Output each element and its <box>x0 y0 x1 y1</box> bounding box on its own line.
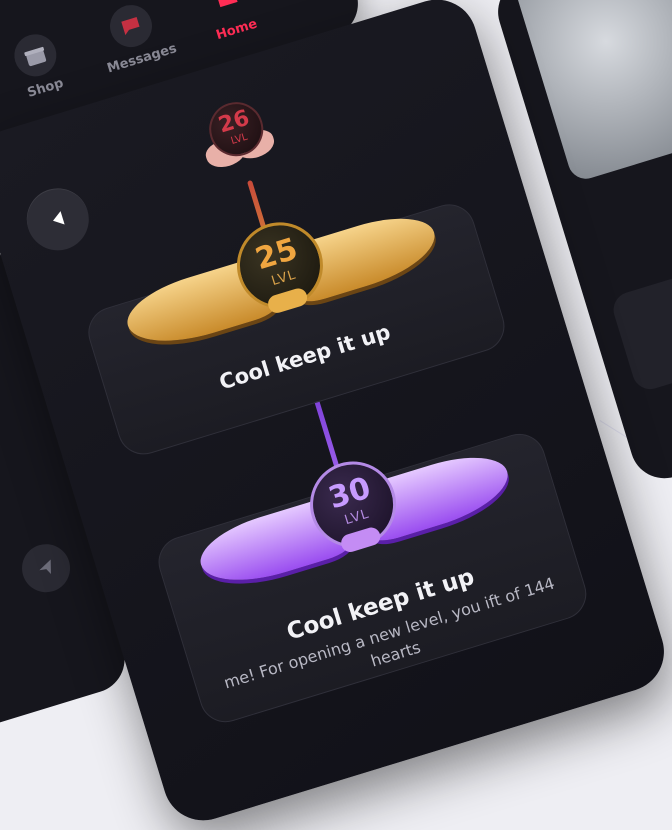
level-badge-next: 30 LVL <box>192 444 517 596</box>
level-badge-previous: 26 LVL <box>193 94 280 181</box>
arrow-left-icon <box>53 211 65 225</box>
back-button[interactable] <box>19 180 97 259</box>
level-card-next: 30 LVL Cool keep it up me! For opening a… <box>152 427 593 729</box>
card-preview <box>609 227 672 394</box>
level-badge-current: 25 LVL <box>119 205 444 357</box>
tab-home[interactable]: Home <box>187 0 272 47</box>
tab-messages-label: Messages <box>105 41 179 77</box>
tab-shop[interactable]: Shop <box>0 25 81 106</box>
gift-icon <box>9 29 62 82</box>
send-icon <box>39 559 51 575</box>
tab-home-label: Home <box>214 16 260 44</box>
message-icon <box>104 0 158 53</box>
send-button[interactable] <box>16 538 77 599</box>
tab-messages[interactable]: Messages <box>91 0 179 77</box>
tab-shop-label: Shop <box>25 75 66 101</box>
photo-preview <box>512 0 672 184</box>
level-card-current: 25 LVL Cool keep it up <box>81 197 511 461</box>
